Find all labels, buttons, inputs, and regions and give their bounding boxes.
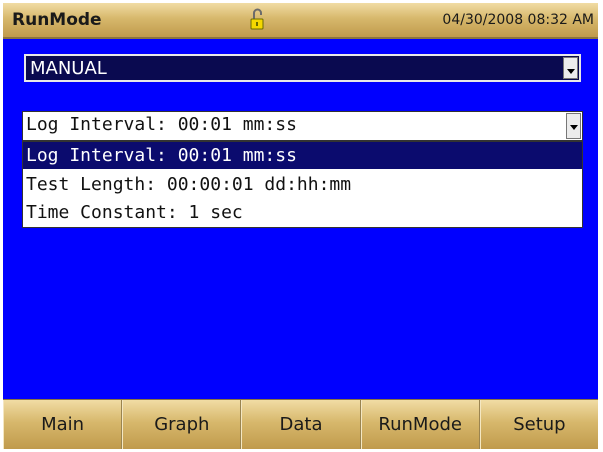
device-screen: RunMode 04/30/2008 08:32 AM MANUAL Log I… [3,3,598,449]
option-test-length[interactable]: Test Length: 00:00:01 dd:hh:mm [23,171,582,198]
option-time-constant[interactable]: Time Constant: 1 sec [23,199,582,226]
log-setting-select[interactable]: Log Interval: 00:01 mm:ss [22,111,583,141]
run-mode-value: MANUAL [30,58,107,79]
title-bar: RunMode 04/30/2008 08:32 AM [3,3,598,39]
bottom-nav-bar: Main Graph Data RunMode Setup [3,399,598,449]
tab-setup[interactable]: Setup [479,400,598,449]
run-mode-select[interactable]: MANUAL [24,54,581,82]
log-setting-options-list: Log Interval: 00:01 mm:ss Test Length: 0… [22,141,583,228]
tab-graph[interactable]: Graph [122,400,242,449]
log-setting-dropdown-button[interactable] [566,113,581,139]
datetime-display: 04/30/2008 08:32 AM [442,12,594,28]
tab-data[interactable]: Data [241,400,361,449]
option-log-interval[interactable]: Log Interval: 00:01 mm:ss [23,142,582,169]
log-setting-value: Log Interval: 00:01 mm:ss [26,114,297,135]
lock-open-icon [250,8,264,30]
tab-main[interactable]: Main [3,400,123,449]
tab-runmode[interactable]: RunMode [360,400,480,449]
page-title: RunMode [12,10,102,30]
chevron-down-icon [570,125,578,130]
run-mode-dropdown-button[interactable] [563,57,578,79]
chevron-down-icon [567,69,575,74]
